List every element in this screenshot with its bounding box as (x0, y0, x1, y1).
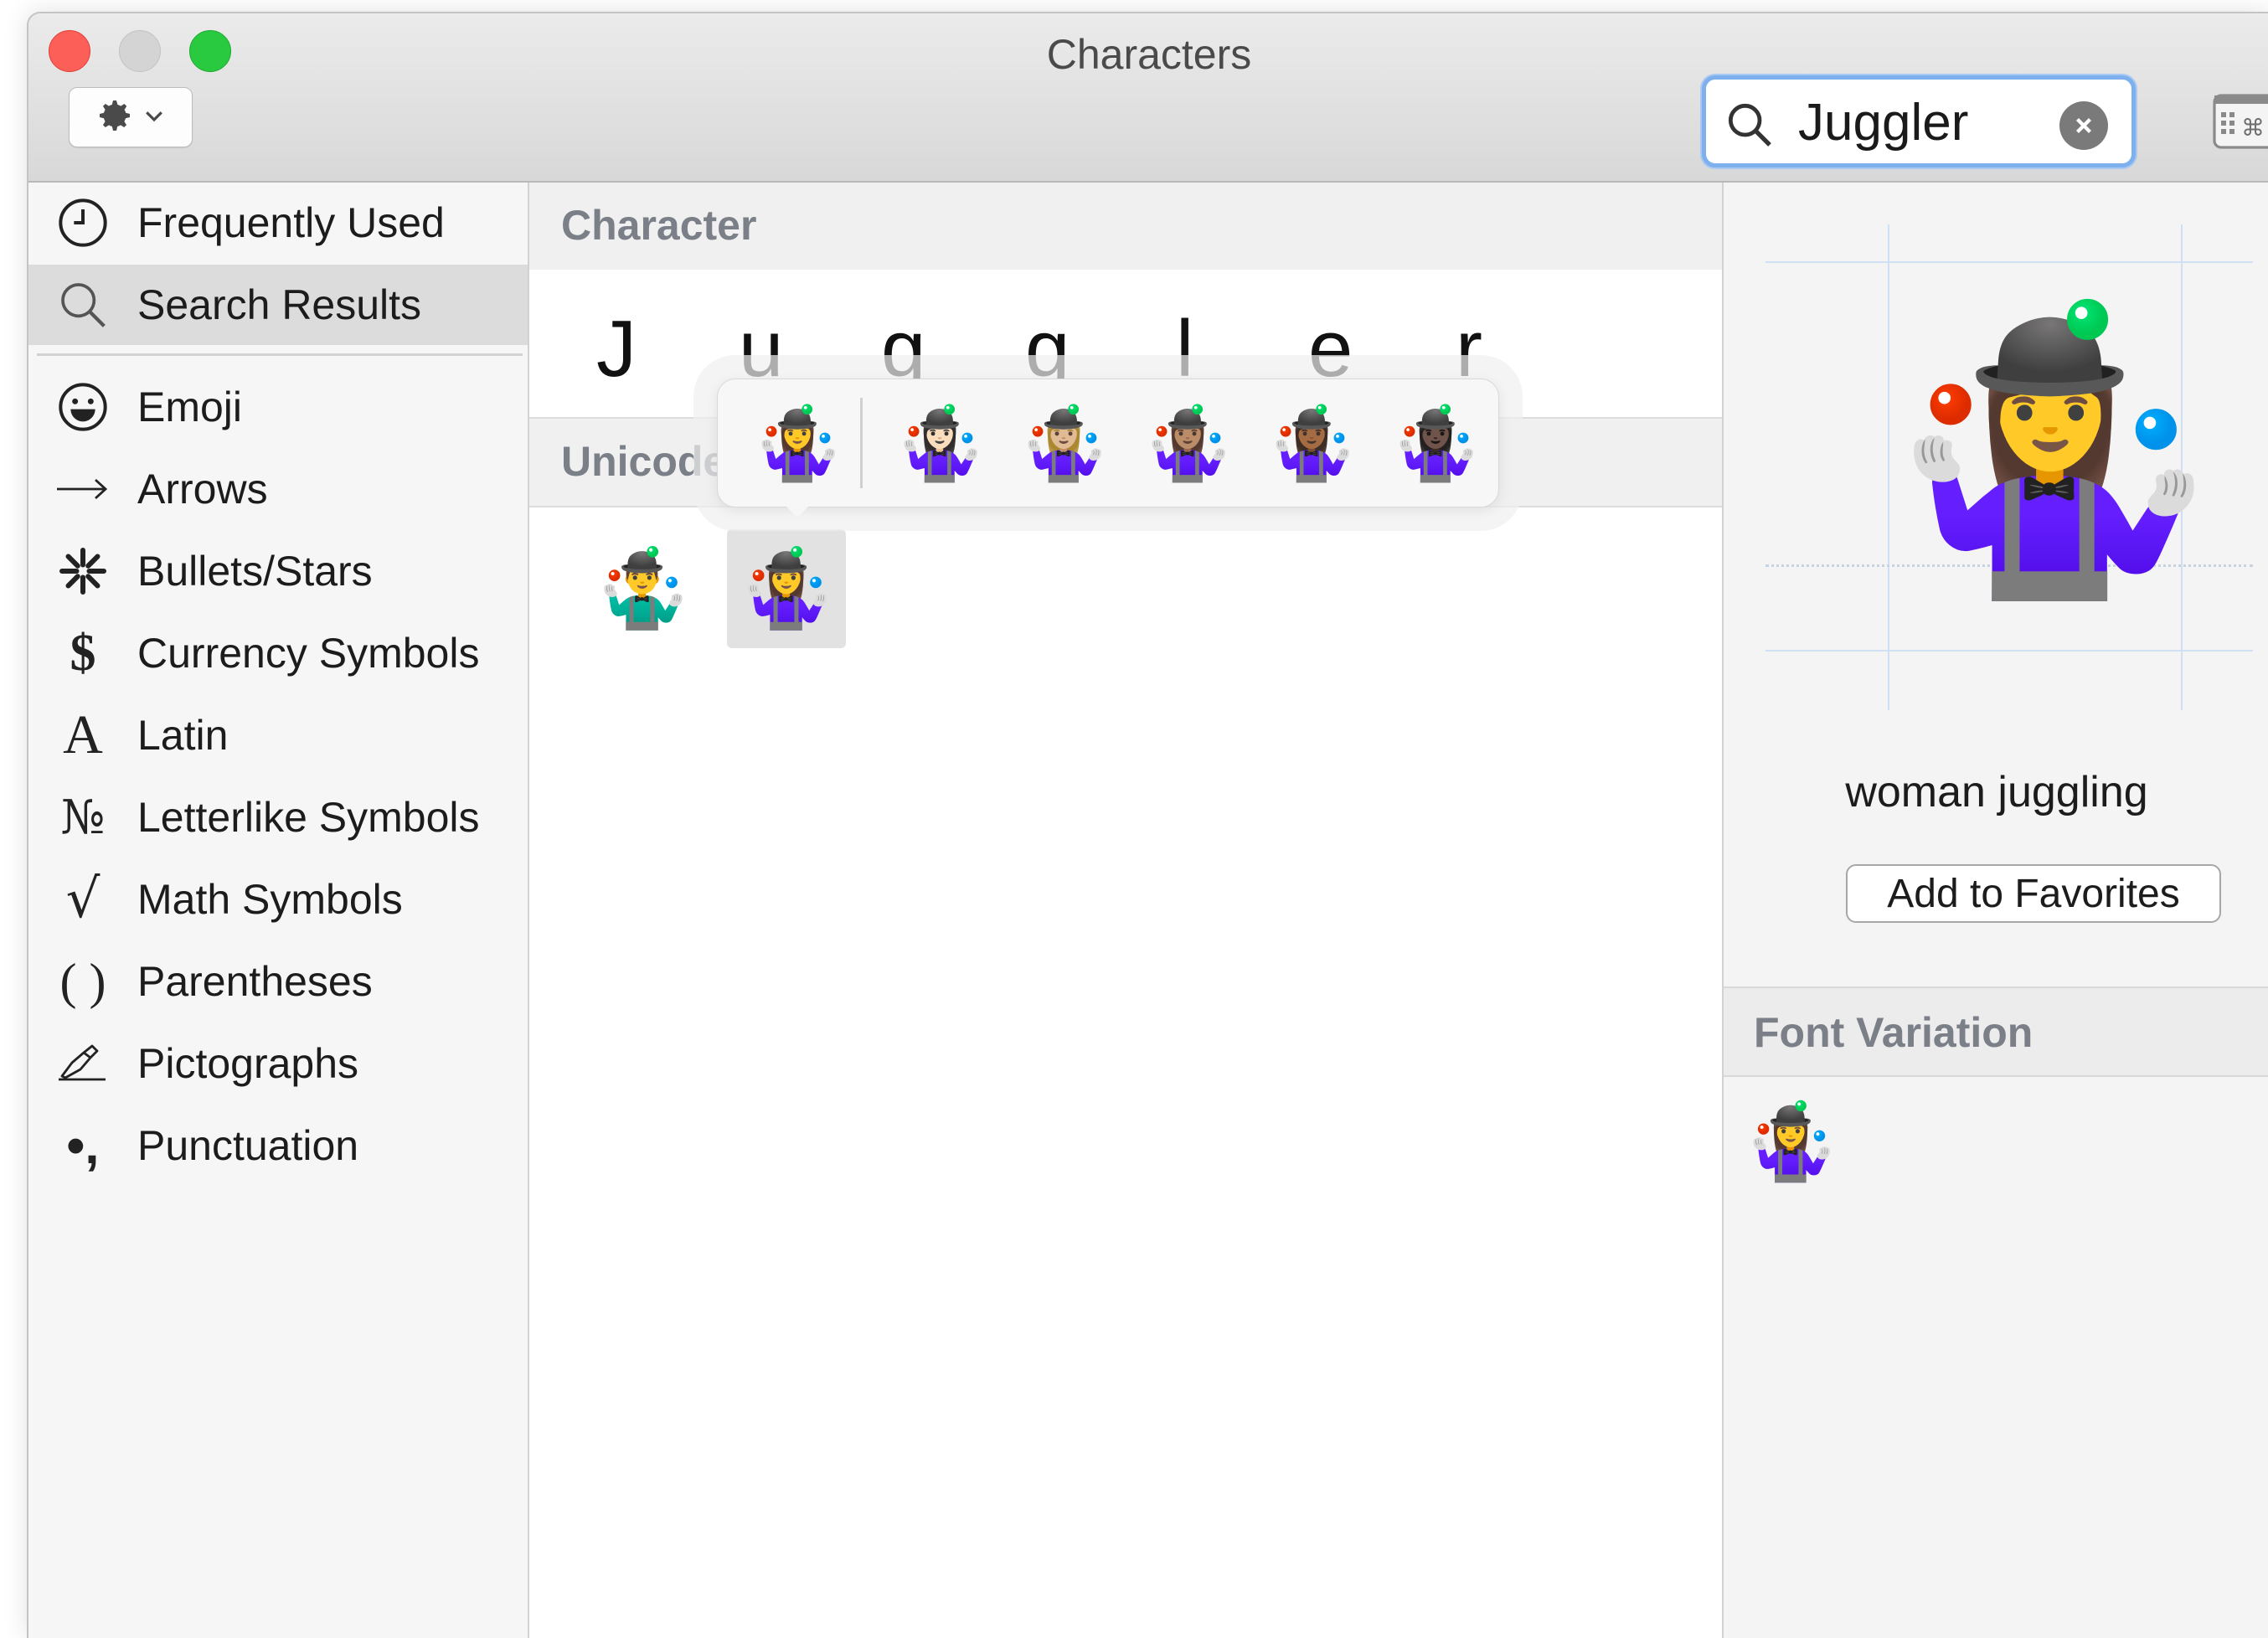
latin-a-icon: A (63, 704, 103, 765)
character-glyph[interactable]: J (596, 303, 637, 395)
sidebar-item-parentheses[interactable]: ( ) Parentheses (28, 941, 528, 1022)
preview-guide (1765, 650, 2253, 652)
clock-icon (54, 193, 112, 252)
popover-arrow (779, 499, 816, 518)
preview-guide (1765, 261, 2253, 263)
preview-glyph: 🤹‍♀️ (1878, 294, 2223, 604)
sqrt-icon: √ (65, 868, 101, 930)
sidebar-item-label: Search Results (137, 281, 422, 328)
sidebar-item-label: Currency Symbols (137, 630, 480, 677)
character-section-header: Character (529, 183, 1722, 271)
search-icon (1723, 98, 1776, 156)
characters-window: Characters Juggler ⌘ Frequently Used Sea… (27, 12, 2268, 1638)
sidebar-item-frequently-used[interactable]: Frequently Used (28, 183, 528, 263)
character-name: woman juggling (1845, 768, 2148, 816)
chevron-down-icon (142, 103, 167, 132)
skin-tone-option[interactable]: 🤹🏻‍♀️ (885, 391, 994, 495)
asterisk-icon (54, 542, 112, 600)
skin-tone-option[interactable]: 🤹🏽‍♀️ (1133, 391, 1242, 495)
skin-tone-option[interactable]: 🤹🏾‍♀️ (1257, 391, 1366, 495)
glyph-preview: 🤹‍♀️ woman juggling Add to Favorites (1724, 183, 2268, 970)
sidebar-item-label: Pictographs (137, 1040, 359, 1087)
popover-divider (860, 398, 863, 488)
sidebar-item-label: Bullets/Stars (137, 548, 373, 595)
titlebar: Characters Juggler ⌘ (28, 13, 2268, 183)
punctuation-icon: •, (66, 1116, 100, 1175)
result-glyph-woman-juggling[interactable]: 🤹‍♀️ (727, 529, 846, 648)
sidebar-item-label: Parentheses (137, 958, 373, 1005)
sidebar-item-label: Frequently Used (137, 199, 445, 246)
writing-hand-icon (54, 1034, 112, 1093)
keyboard-viewer-icon[interactable]: ⌘ (2213, 94, 2268, 153)
arrow-icon (54, 460, 112, 518)
gear-icon (95, 95, 135, 140)
result-glyph-man-juggling[interactable]: 🤹‍♂️ (583, 529, 702, 648)
sidebar-item-bullets-stars[interactable]: Bullets/Stars (28, 531, 528, 611)
parentheses-icon: ( ) (59, 953, 106, 1009)
skin-tone-option[interactable]: 🤹‍♀️ (743, 391, 852, 495)
skin-tone-option[interactable]: 🤹🏿‍♀️ (1381, 391, 1490, 495)
font-variation-header: Font Variation (1724, 986, 2268, 1077)
sidebar-item-pictographs[interactable]: Pictographs (28, 1023, 528, 1104)
sidebar-item-label: Latin (137, 712, 229, 759)
section-title: Unicode (561, 438, 727, 485)
sidebar-divider (37, 353, 523, 356)
search-input[interactable]: Juggler (1798, 93, 1968, 152)
add-to-favorites-button[interactable]: Add to Favorites (1846, 864, 2221, 923)
sidebar-item-arrows[interactable]: Arrows (28, 449, 528, 529)
sidebar-item-math-symbols[interactable]: √ Math Symbols (28, 859, 528, 940)
sidebar-item-label: Arrows (137, 466, 268, 513)
section-title: Font Variation (1754, 1009, 2033, 1056)
dollar-icon: $ (70, 624, 96, 682)
category-sidebar: Frequently Used Search Results Emoji Arr… (28, 183, 529, 1638)
sidebar-item-emoji[interactable]: Emoji (28, 367, 528, 447)
numero-icon: № (60, 790, 106, 845)
section-title: Character (561, 202, 757, 249)
font-variation-glyph[interactable]: 🤹‍♀️ (1744, 1095, 1838, 1187)
sidebar-item-label: Punctuation (137, 1122, 359, 1169)
sidebar-item-letterlike-symbols[interactable]: № Letterlike Symbols (28, 777, 528, 858)
sidebar-item-currency-symbols[interactable]: $ Currency Symbols (28, 613, 528, 693)
window-title: Characters (1046, 31, 1252, 78)
action-menu-button[interactable] (69, 87, 193, 147)
sidebar-item-label: Letterlike Symbols (137, 794, 480, 841)
sidebar-item-latin[interactable]: A Latin (28, 695, 528, 775)
sidebar-item-label: Math Symbols (137, 876, 403, 923)
sidebar-item-search-results[interactable]: Search Results (28, 265, 528, 345)
skin-tone-popover: 🤹‍♀️ 🤹🏻‍♀️ 🤹🏼‍♀️ 🤹🏽‍♀️ 🤹🏾‍♀️ 🤹🏿‍♀️ (717, 379, 1499, 507)
search-icon (54, 276, 112, 334)
detail-panel: 🤹‍♀️ woman juggling Add to Favorites Fon… (1724, 183, 2268, 1638)
svg-text:⌘: ⌘ (2241, 114, 2265, 142)
search-field[interactable]: Juggler (1702, 75, 2136, 167)
clear-icon[interactable] (2059, 101, 2108, 150)
skin-tone-option[interactable]: 🤹🏼‍♀️ (1009, 391, 1118, 495)
sidebar-item-label: Emoji (137, 384, 243, 430)
smiley-icon (54, 378, 112, 436)
sidebar-item-punctuation[interactable]: •, Punctuation (28, 1105, 528, 1186)
